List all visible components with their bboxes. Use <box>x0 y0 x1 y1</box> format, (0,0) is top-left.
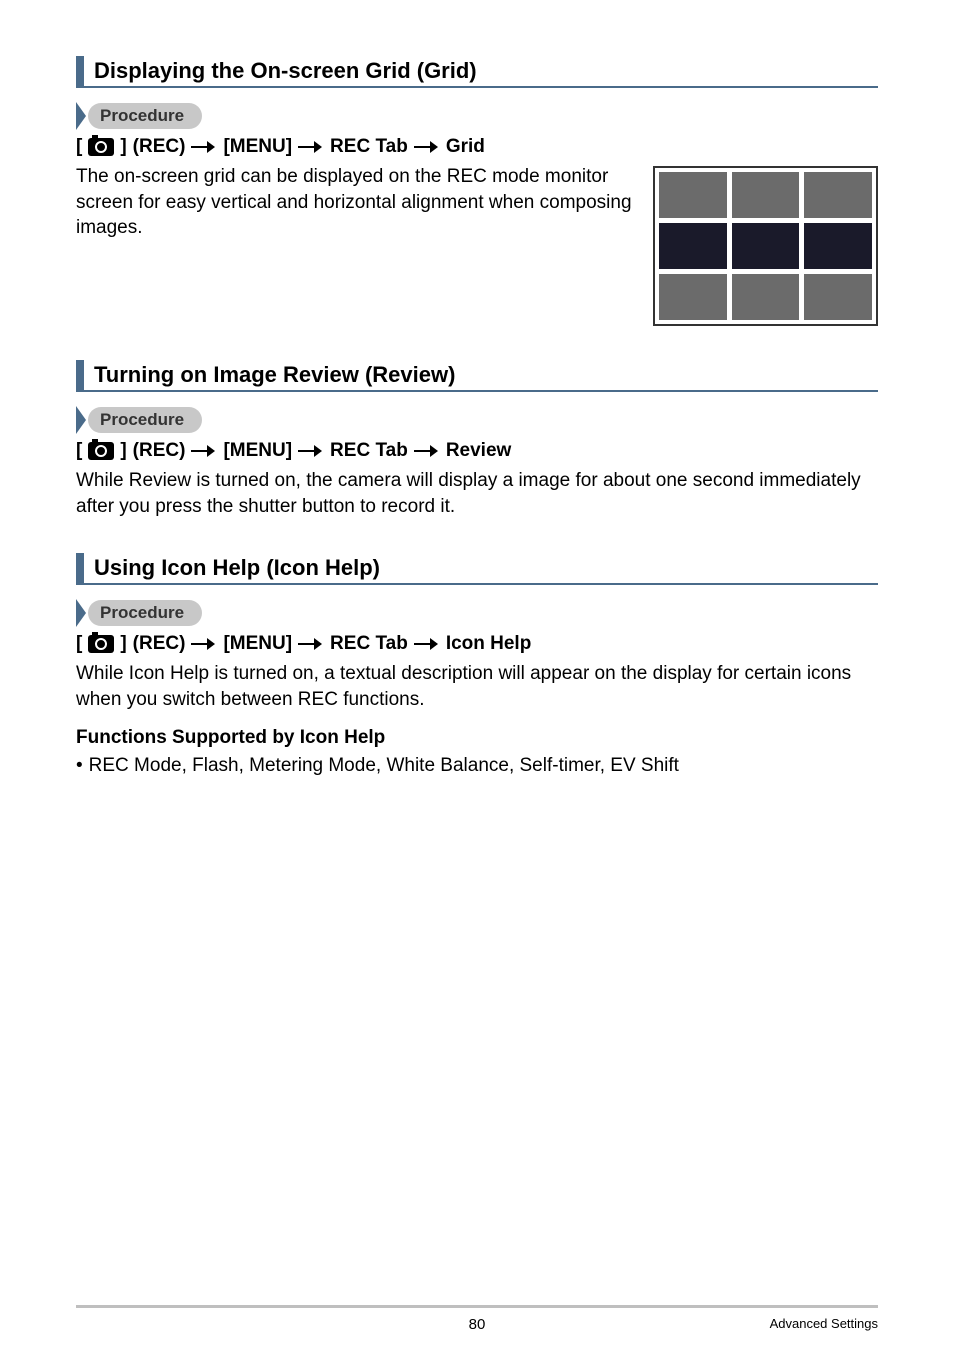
breadcrumb-menu: [MENU] <box>223 136 292 158</box>
chevron-right-icon <box>76 599 86 627</box>
arrow-right-icon <box>298 141 324 153</box>
arrow-right-icon <box>298 445 324 457</box>
grid-cell <box>804 274 872 320</box>
grid-cell <box>732 223 800 269</box>
camera-icon <box>88 138 114 156</box>
arrow-right-icon <box>191 638 217 650</box>
arrow-right-icon <box>191 141 217 153</box>
breadcrumb-tab: REC Tab <box>330 136 408 158</box>
arrow-right-icon <box>414 445 440 457</box>
procedure-label: Procedure <box>88 600 202 626</box>
procedure-pill: Procedure <box>76 599 878 627</box>
chevron-right-icon <box>76 406 86 434</box>
breadcrumb-iconhelp: [] (REC) [MENU] REC Tab Icon Help <box>76 633 878 655</box>
page-footer: 80 Advanced Settings <box>76 1305 878 1333</box>
body-text-grid: The on-screen grid can be displayed on t… <box>76 164 633 241</box>
breadcrumb-menu: [MENU] <box>223 633 292 655</box>
chevron-right-icon <box>76 102 86 130</box>
section-heading-grid: Displaying the On-screen Grid (Grid) <box>76 56 878 88</box>
grid-cell <box>804 172 872 218</box>
breadcrumb-close-bracket: ] <box>120 440 126 462</box>
bullet-text: REC Mode, Flash, Metering Mode, White Ba… <box>89 753 679 779</box>
breadcrumb-review: [] (REC) [MENU] REC Tab Review <box>76 440 878 462</box>
breadcrumb-item: Review <box>446 440 511 462</box>
camera-icon <box>88 635 114 653</box>
body-text-review: While Review is turned on, the camera wi… <box>76 468 878 519</box>
breadcrumb-item: Icon Help <box>446 633 532 655</box>
breadcrumb-grid: [] (REC) [MENU] REC Tab Grid <box>76 136 878 158</box>
breadcrumb-open-bracket: [ <box>76 633 82 655</box>
procedure-pill: Procedure <box>76 102 878 130</box>
body-text-iconhelp: While Icon Help is turned on, a textual … <box>76 661 878 712</box>
grid-cell <box>659 274 727 320</box>
grid-cell <box>659 172 727 218</box>
breadcrumb-close-bracket: ] <box>120 136 126 158</box>
breadcrumb-tab: REC Tab <box>330 440 408 462</box>
bullet-line: • REC Mode, Flash, Metering Mode, White … <box>76 753 878 779</box>
grid-cell <box>804 223 872 269</box>
breadcrumb-menu: [MENU] <box>223 440 292 462</box>
grid-cell <box>732 172 800 218</box>
procedure-label: Procedure <box>88 103 202 129</box>
arrow-right-icon <box>298 638 324 650</box>
breadcrumb-rec: (REC) <box>133 136 186 158</box>
camera-icon <box>88 442 114 460</box>
breadcrumb-item: Grid <box>446 136 485 158</box>
footer-section-label: Advanced Settings <box>770 1316 878 1331</box>
breadcrumb-rec: (REC) <box>133 440 186 462</box>
bullet-dot-icon: • <box>76 753 83 779</box>
grid-illustration <box>653 166 878 326</box>
breadcrumb-tab: REC Tab <box>330 633 408 655</box>
breadcrumb-open-bracket: [ <box>76 136 82 158</box>
page-number: 80 <box>469 1316 486 1333</box>
procedure-pill: Procedure <box>76 406 878 434</box>
procedure-label: Procedure <box>88 407 202 433</box>
section-heading-review: Turning on Image Review (Review) <box>76 360 878 392</box>
arrow-right-icon <box>191 445 217 457</box>
section-heading-iconhelp: Using Icon Help (Icon Help) <box>76 553 878 585</box>
grid-cell <box>659 223 727 269</box>
arrow-right-icon <box>414 638 440 650</box>
subheading-functions: Functions Supported by Icon Help <box>76 727 878 749</box>
breadcrumb-open-bracket: [ <box>76 440 82 462</box>
arrow-right-icon <box>414 141 440 153</box>
breadcrumb-rec: (REC) <box>133 633 186 655</box>
grid-cell <box>732 274 800 320</box>
breadcrumb-close-bracket: ] <box>120 633 126 655</box>
